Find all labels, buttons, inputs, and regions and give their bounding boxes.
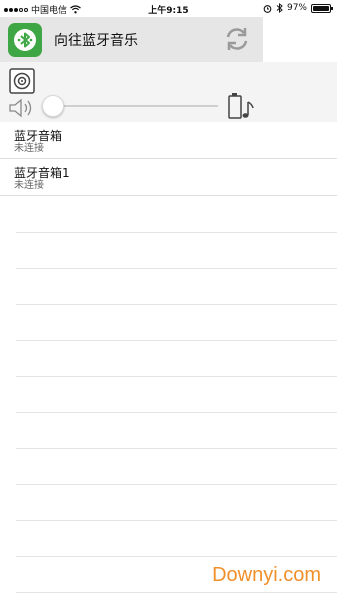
list-separator <box>16 520 337 521</box>
battery-icon <box>311 3 333 13</box>
status-right: 97% <box>263 3 333 13</box>
list-separator <box>16 484 337 485</box>
device-status: 未连接 <box>14 143 44 154</box>
player-controls <box>0 62 337 122</box>
status-bar: 中国电信 上午9:15 97% <box>0 0 337 17</box>
refresh-icon[interactable] <box>223 25 251 53</box>
list-separator <box>16 340 337 341</box>
list-separator <box>16 232 337 233</box>
bluetooth-app-icon[interactable] <box>8 22 42 57</box>
device-name: 蓝牙音箱1 <box>14 166 70 180</box>
battery-percent: 97% <box>286 3 307 13</box>
list-separator <box>16 592 337 593</box>
app-title: 向往蓝牙音乐 <box>54 32 138 49</box>
watermark-text: Downyi.com <box>212 564 321 586</box>
device-name: 蓝牙音箱 <box>14 129 63 143</box>
device-item[interactable]: 蓝牙音箱 未连接 <box>0 122 337 159</box>
volume-slider-knob[interactable] <box>42 95 64 117</box>
speaker-box-icon[interactable] <box>9 68 35 94</box>
list-separator <box>16 412 337 413</box>
device-status: 未连接 <box>14 180 44 191</box>
app-header: 向往蓝牙音乐 <box>0 17 263 62</box>
list-separator <box>16 376 337 377</box>
list-separator <box>16 304 337 305</box>
volume-slider-track[interactable] <box>50 105 218 107</box>
alarm-icon <box>263 4 272 13</box>
battery-music-icon[interactable] <box>226 92 256 122</box>
bluetooth-status-icon <box>276 3 283 13</box>
device-item[interactable]: 蓝牙音箱1 未连接 <box>0 159 337 196</box>
list-separator <box>16 268 337 269</box>
volume-icon[interactable] <box>8 97 36 119</box>
bluetooth-icon <box>14 28 36 51</box>
battery-fill <box>313 5 329 11</box>
list-separator <box>16 556 337 557</box>
device-list: 蓝牙音箱 未连接 蓝牙音箱1 未连接 <box>0 122 337 196</box>
list-separator <box>16 448 337 449</box>
